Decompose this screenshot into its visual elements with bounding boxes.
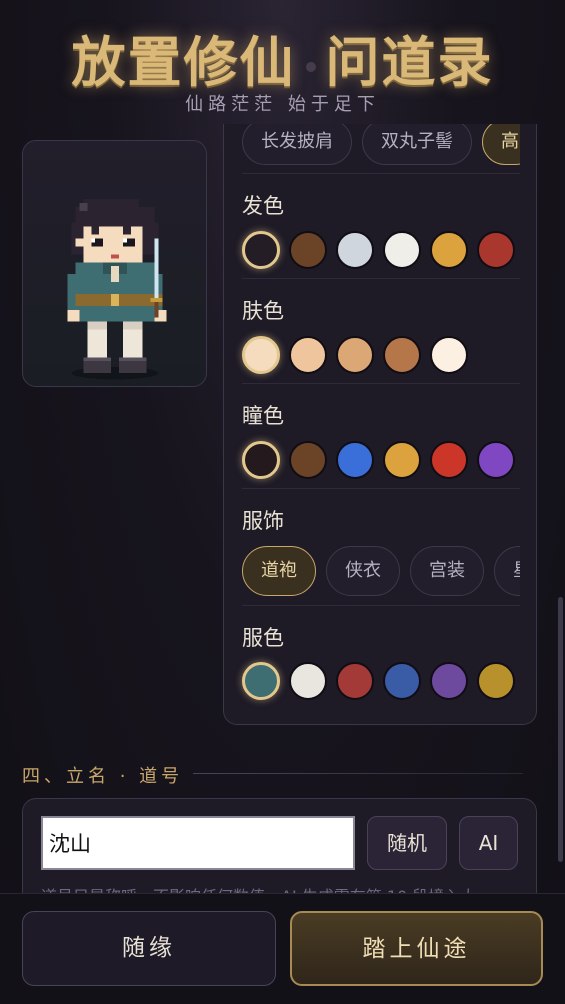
- hairstyle-chip-selected[interactable]: 高: [482, 124, 520, 165]
- divider: [242, 278, 520, 279]
- divider: [242, 605, 520, 606]
- outfit-color-swatch-selected[interactable]: [242, 662, 280, 700]
- outfit-color-swatches: [242, 662, 520, 702]
- eye-color-swatches: [242, 441, 520, 481]
- eye-color-swatch[interactable]: [430, 441, 468, 479]
- game-subtitle: 仙路茫茫 始于足下: [185, 94, 380, 115]
- hair-color-swatch-selected[interactable]: [242, 231, 280, 269]
- eye-color-swatch[interactable]: [383, 441, 421, 479]
- skin-color-swatch[interactable]: [336, 336, 374, 374]
- skin-color-swatch[interactable]: [289, 336, 327, 374]
- divider: [242, 383, 520, 384]
- avatar-preview: [22, 140, 207, 387]
- naming-section-title: 四、立名 · 道号: [22, 766, 184, 787]
- eye-color-label: 瞳色: [242, 404, 284, 428]
- outfit-chip[interactable]: 星: [494, 546, 520, 596]
- hairstyle-options: 长发披肩 双丸子髻高: [242, 124, 520, 165]
- character-sprite: [67, 198, 167, 380]
- name-input[interactable]: [41, 816, 355, 870]
- outfit-color-label: 服色: [242, 626, 284, 650]
- hairstyle-chip[interactable]: 长发披肩: [242, 124, 352, 165]
- title-divider-dot: [305, 61, 316, 72]
- outfit-chip[interactable]: 侠衣: [326, 546, 400, 596]
- hair-color-swatch[interactable]: [477, 231, 515, 269]
- hair-color-swatch[interactable]: [383, 231, 421, 269]
- hair-color-swatch[interactable]: [289, 231, 327, 269]
- hair-color-swatch[interactable]: [430, 231, 468, 269]
- eye-color-swatch[interactable]: [477, 441, 515, 479]
- title-left: 放置修仙: [71, 30, 296, 94]
- outfit-color-swatch[interactable]: [289, 662, 327, 700]
- outfit-label: 服饰: [242, 509, 284, 533]
- hair-color-swatches: [242, 231, 520, 271]
- outfit-color-swatch[interactable]: [383, 662, 421, 700]
- eye-color-swatch[interactable]: [289, 441, 327, 479]
- skin-color-swatch[interactable]: [383, 336, 421, 374]
- divider: [242, 488, 520, 489]
- skin-color-swatch-selected[interactable]: [242, 336, 280, 374]
- outfit-options: 道袍侠衣宫装星: [242, 546, 520, 596]
- outfit-chip[interactable]: 宫装: [410, 546, 484, 596]
- appearance-panel[interactable]: 长发披肩双丸子髻高 发色 肤色 瞳色 服饰 道袍侠衣宫装星 服色: [223, 124, 537, 725]
- random-name-button[interactable]: 随机: [367, 816, 447, 870]
- outfit-color-swatch[interactable]: [336, 662, 374, 700]
- eye-color-swatch-selected[interactable]: [242, 441, 280, 479]
- hairstyle-chip[interactable]: 双丸子髻: [362, 124, 472, 165]
- game-title: 放置修仙 问道录: [0, 18, 565, 97]
- page-scrollbar[interactable]: [558, 597, 563, 862]
- start-journey-button[interactable]: 踏上仙途: [290, 911, 543, 986]
- divider: [242, 173, 520, 174]
- hair-color-swatch[interactable]: [336, 231, 374, 269]
- bottom-action-bar: 随缘 踏上仙途: [0, 893, 565, 1004]
- section-divider-line: [193, 773, 523, 774]
- eye-color-swatch[interactable]: [336, 441, 374, 479]
- skin-color-label: 肤色: [242, 299, 284, 323]
- outfit-chip-selected[interactable]: 道袍: [242, 546, 316, 596]
- ai-name-button[interactable]: AI: [459, 816, 518, 870]
- outfit-color-swatch[interactable]: [430, 662, 468, 700]
- skin-color-swatches: [242, 336, 520, 376]
- hair-color-label: 发色: [242, 194, 284, 218]
- outfit-color-swatch[interactable]: [477, 662, 515, 700]
- skin-color-swatch[interactable]: [430, 336, 468, 374]
- random-all-button[interactable]: 随缘: [22, 911, 276, 986]
- title-right: 问道录: [325, 30, 494, 94]
